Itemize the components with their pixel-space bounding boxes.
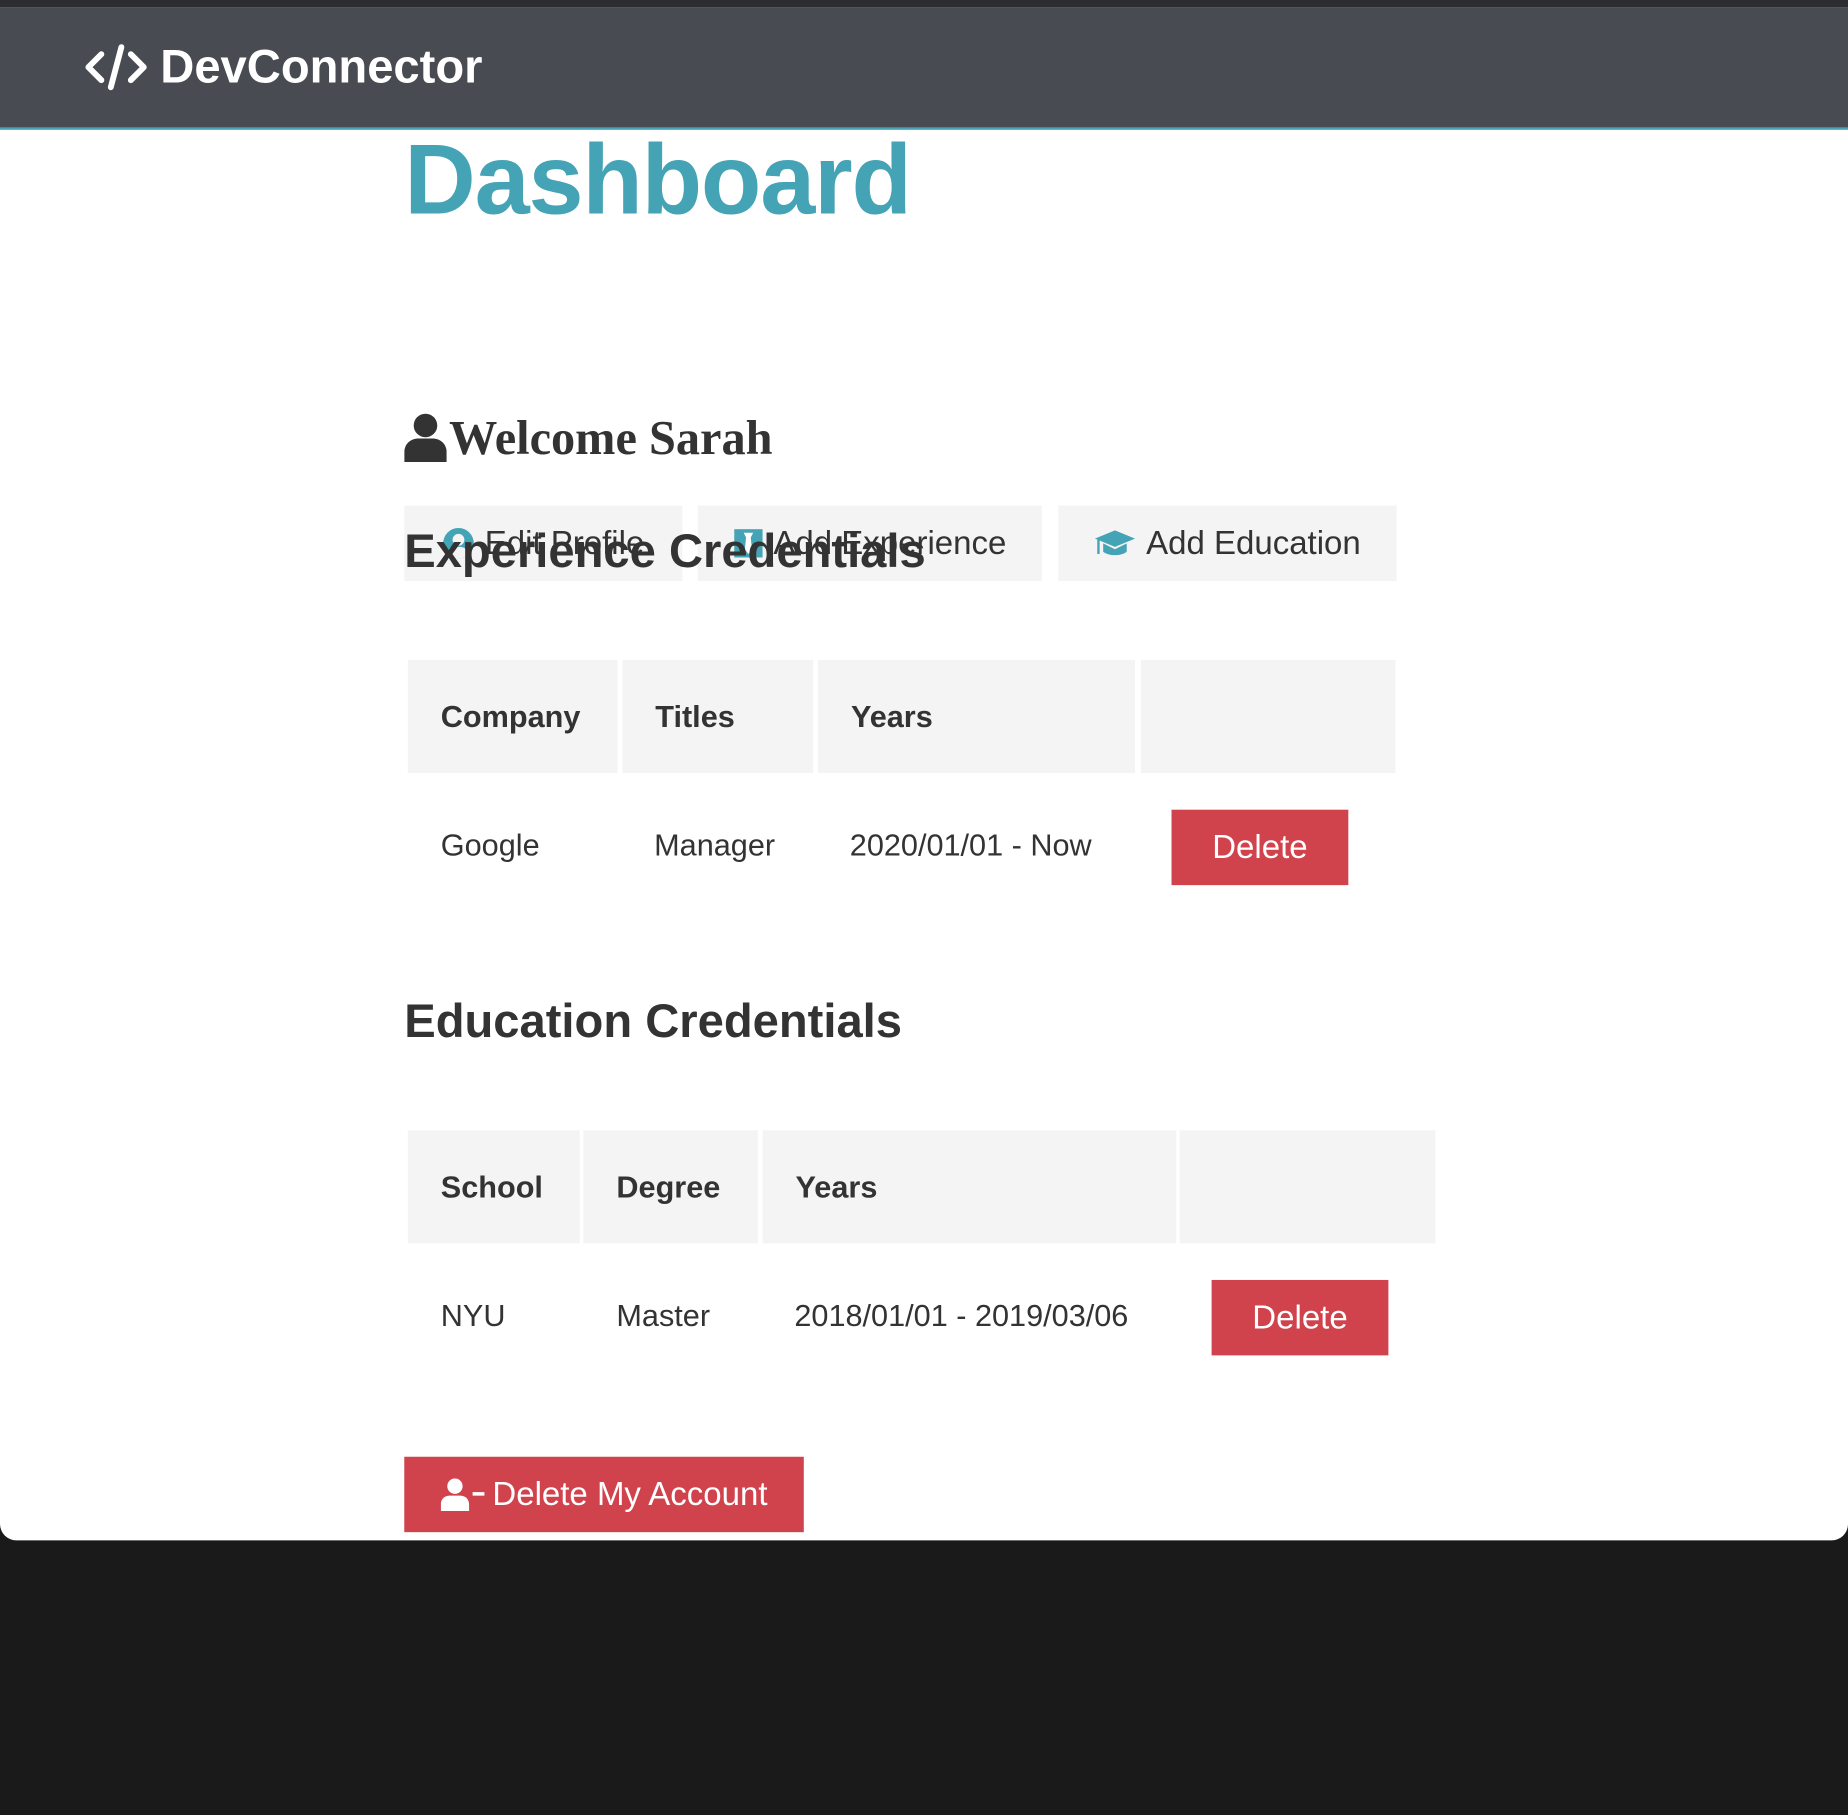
page-title: Dashboard [404,123,912,235]
screen: DevConnector Dashboard Welcome Sarah Edi… [0,0,1848,1815]
welcome-text: Welcome Sarah [449,410,773,465]
experience-heading: Experience Credentials [404,525,926,578]
education-heading: Education Credentials [404,995,902,1048]
user-icon [404,413,447,463]
delete-education-button[interactable]: Delete [1211,1279,1389,1356]
education-header-actions [1179,1130,1436,1244]
graduation-cap-icon [1095,530,1136,556]
welcome-message: Welcome Sarah [404,408,772,467]
experience-header-company: Company [407,660,618,774]
experience-title-cell: Manager [654,826,776,863]
education-header-degree: Degree [583,1130,758,1244]
experience-header-actions [1140,660,1396,774]
add-education-button[interactable]: Add Education [1058,505,1397,582]
brand-name: DevConnector [160,40,483,93]
experience-years-cell: 2020/01/01 - Now [849,826,1092,863]
add-education-label: Add Education [1146,524,1361,562]
code-icon [85,44,147,91]
browser-page: DevConnector Dashboard Welcome Sarah Edi… [0,0,1848,1541]
education-school-cell: NYU [440,1297,506,1333]
delete-account-label: Delete My Account [492,1475,768,1513]
education-years-cell: 2018/01/01 - 2019/03/06 [794,1297,1129,1333]
experience-header-titles: Titles [622,660,814,774]
delete-experience-button[interactable]: Delete [1171,809,1349,886]
education-header-school: School [407,1130,580,1244]
brand-link[interactable]: DevConnector [85,40,483,94]
navbar: DevConnector [0,7,1848,130]
delete-account-button[interactable]: Delete My Account [404,1456,804,1533]
education-degree-cell: Master [616,1297,711,1333]
window-top-strip [0,0,1848,8]
experience-header-years: Years [817,660,1135,774]
user-minus-icon [440,1478,485,1511]
education-header-years: Years [762,1130,1177,1244]
experience-company-cell: Google [440,826,540,863]
